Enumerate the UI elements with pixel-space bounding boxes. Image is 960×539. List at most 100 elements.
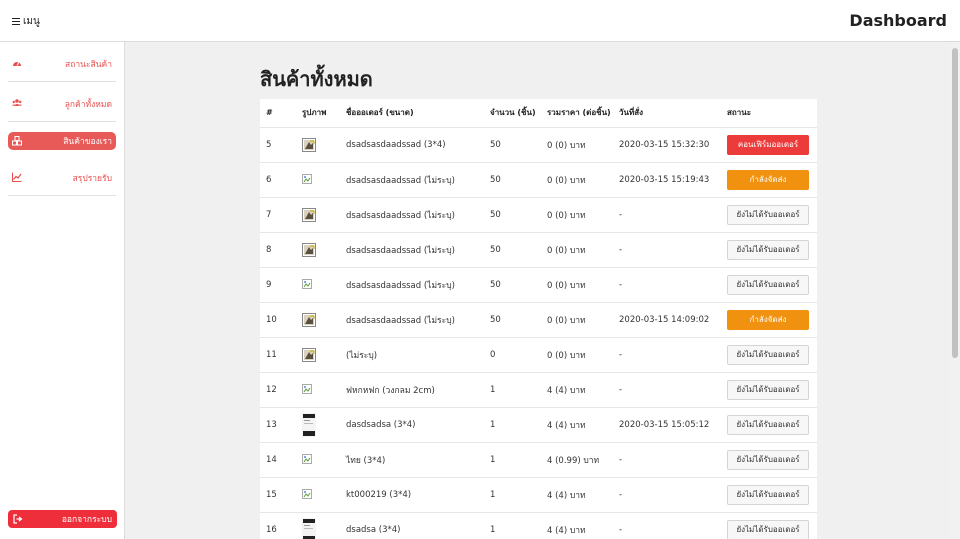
table-row: 5 dsadsasdaadssad (3*4) 50 0 (0) บาท 2020-03… <box>260 127 817 163</box>
status-cell: กำลังจัดส่ง <box>721 302 817 338</box>
order-id: 8 <box>260 232 296 268</box>
order-id: 5 <box>260 127 296 163</box>
total-price: 4 (4) บาท <box>541 372 613 408</box>
order-date: - <box>613 337 721 373</box>
product-image-cell <box>296 197 340 233</box>
logout-button[interactable]: ออกจากระบบ <box>8 510 117 528</box>
order-date: - <box>613 442 721 478</box>
quantity: 1 <box>484 477 541 513</box>
product-image <box>302 517 316 539</box>
order-id: 13 <box>260 407 296 443</box>
column-header: # <box>260 99 296 128</box>
status-cell: ยังไม่ได้รับออเดอร์ <box>721 407 817 443</box>
quantity: 50 <box>484 162 541 198</box>
status-cell: ยังไม่ได้รับออเดอร์ <box>721 372 817 408</box>
broken-image-icon <box>302 454 312 465</box>
product-image-cell <box>296 477 340 513</box>
order-date: 2020-03-15 14:09:02 <box>613 302 721 338</box>
order-name: dsadsasdaadssad (ไม่ระบุ) <box>340 302 484 338</box>
order-name: dsadsasdaadssad (3*4) <box>340 127 484 163</box>
order-id: 11 <box>260 337 296 373</box>
table-row: 7 dsadsasdaadssad (ไม่ระบุ) 50 0 (0) บาท - ยั… <box>260 197 817 233</box>
order-name: dsadsa (3*4) <box>340 512 484 539</box>
menu-label: เมนู <box>23 16 40 27</box>
total-price: 0 (0) บาท <box>541 162 613 198</box>
order-id: 12 <box>260 372 296 408</box>
order-id: 16 <box>260 512 296 539</box>
sidebar: สถานะสินค้า ลูกค้าทั้งหมด สินค้าของเรา ส… <box>0 42 125 539</box>
broken-image-icon <box>302 384 312 395</box>
cubes-icon <box>12 136 22 146</box>
order-name: ไทย (3*4) <box>340 442 484 478</box>
table-row: 9 dsadsasdaadssad (ไม่ระบุ) 50 0 (0) บาท - ยั… <box>260 267 817 303</box>
order-id: 7 <box>260 197 296 233</box>
scrollbar-thumb[interactable] <box>952 48 958 358</box>
sidebar-item-label: ลูกค้าทั้งหมด <box>64 99 112 110</box>
quantity: 1 <box>484 512 541 539</box>
line-chart-icon <box>12 172 22 182</box>
product-image-cell <box>296 302 340 338</box>
table-row: 10 dsadsasdaadssad (ไม่ระบุ) 50 0 (0) บาท 20… <box>260 302 817 338</box>
product-image <box>302 137 316 152</box>
quantity: 50 <box>484 127 541 163</box>
total-price: 4 (4) บาท <box>541 477 613 513</box>
page-scrollbar[interactable] <box>950 42 960 539</box>
table-row: 14 ไทย (3*4) 1 4 (0.99) บาท - ยังไม่ได้รับออเ… <box>260 442 817 478</box>
app-title: Dashboard <box>849 11 947 30</box>
product-image-cell <box>296 442 340 478</box>
column-header: วันที่สั่ง <box>613 99 721 128</box>
order-date: 2020-03-15 15:19:43 <box>613 162 721 198</box>
status-button[interactable]: ยังไม่ได้รับออเดอร์ <box>727 484 809 505</box>
table-header-row: # รูปภาพ ชื่อออเดอร์ (ขนาด) จำนวน (ชิ้น)… <box>260 99 817 128</box>
table-row: 13 dasdsadsa (3*4) 1 4 (4) บาท 2020-03-15 15… <box>260 407 817 443</box>
status-button[interactable]: ยังไม่ได้รับออเดอร์ <box>727 414 809 435</box>
total-price: 0 (0) บาท <box>541 302 613 338</box>
status-cell: ยังไม่ได้รับออเดอร์ <box>721 232 817 268</box>
orders-table: # รูปภาพ ชื่อออเดอร์ (ขนาด) จำนวน (ชิ้น)… <box>260 99 817 539</box>
status-button[interactable]: คอนเฟิร์มออเดอร์ <box>727 134 809 155</box>
sidebar-item-income-summary[interactable]: สรุปรายรับ <box>8 160 116 196</box>
status-cell: ยังไม่ได้รับออเดอร์ <box>721 442 817 478</box>
product-image-cell <box>296 267 340 303</box>
total-price: 0 (0) บาท <box>541 197 613 233</box>
order-date: - <box>613 512 721 539</box>
sidebar-item-all-customers[interactable]: ลูกค้าทั้งหมด <box>8 86 116 122</box>
status-cell: กำลังจัดส่ง <box>721 162 817 198</box>
top-bar: เมนู Dashboard <box>0 0 960 42</box>
table-row: 8 dsadsasdaadssad (ไม่ระบุ) 50 0 (0) บาท - ยั… <box>260 232 817 268</box>
status-button[interactable]: ยังไม่ได้รับออเดอร์ <box>727 519 809 539</box>
total-price: 0 (0) บาท <box>541 127 613 163</box>
status-button[interactable]: ยังไม่ได้รับออเดอร์ <box>727 344 809 365</box>
order-date: - <box>613 477 721 513</box>
quantity: 50 <box>484 197 541 233</box>
quantity: 1 <box>484 442 541 478</box>
sidebar-item-product-status[interactable]: สถานะสินค้า <box>8 46 116 82</box>
order-date: - <box>613 232 721 268</box>
status-button[interactable]: ยังไม่ได้รับออเดอร์ <box>727 379 809 400</box>
order-name: (ไม่ระบุ) <box>340 337 484 373</box>
status-button[interactable]: ยังไม่ได้รับออเดอร์ <box>727 204 809 225</box>
quantity: 50 <box>484 302 541 338</box>
quantity: 50 <box>484 267 541 303</box>
product-image <box>302 312 316 327</box>
status-button[interactable]: กำลังจัดส่ง <box>727 309 809 330</box>
sidebar-item-our-products[interactable]: สินค้าของเรา <box>8 132 116 150</box>
order-name: dsadsasdaadssad (ไม่ระบุ) <box>340 232 484 268</box>
status-button[interactable]: กำลังจัดส่ง <box>727 169 809 190</box>
status-button[interactable]: ยังไม่ได้รับออเดอร์ <box>727 274 809 295</box>
total-price: 0 (0) บาท <box>541 337 613 373</box>
page-title: สินค้าทั้งหมด <box>260 67 373 91</box>
table-row: 11 (ไม่ระบุ) 0 0 (0) บาท - ยังไม่ได้รับออเดอร… <box>260 337 817 373</box>
table-row: 15 kt000219 (3*4) 1 4 (4) บาท - ยังไม่ได้รับอ… <box>260 477 817 513</box>
status-button[interactable]: ยังไม่ได้รับออเดอร์ <box>727 449 809 470</box>
menu-toggle-button[interactable]: เมนู <box>12 14 40 29</box>
order-name: dsadsasdaadssad (ไม่ระบุ) <box>340 267 484 303</box>
total-price: 0 (0) บาท <box>541 267 613 303</box>
table-row: 12 ฟหกหฟก (วงกลม 2cm) 1 4 (4) บาท - ยังไม่ได้… <box>260 372 817 408</box>
order-date: - <box>613 372 721 408</box>
sign-out-icon <box>13 514 23 524</box>
status-button[interactable]: ยังไม่ได้รับออเดอร์ <box>727 239 809 260</box>
order-date: - <box>613 197 721 233</box>
total-price: 4 (0.99) บาท <box>541 442 613 478</box>
column-header: จำนวน (ชิ้น) <box>484 99 541 128</box>
